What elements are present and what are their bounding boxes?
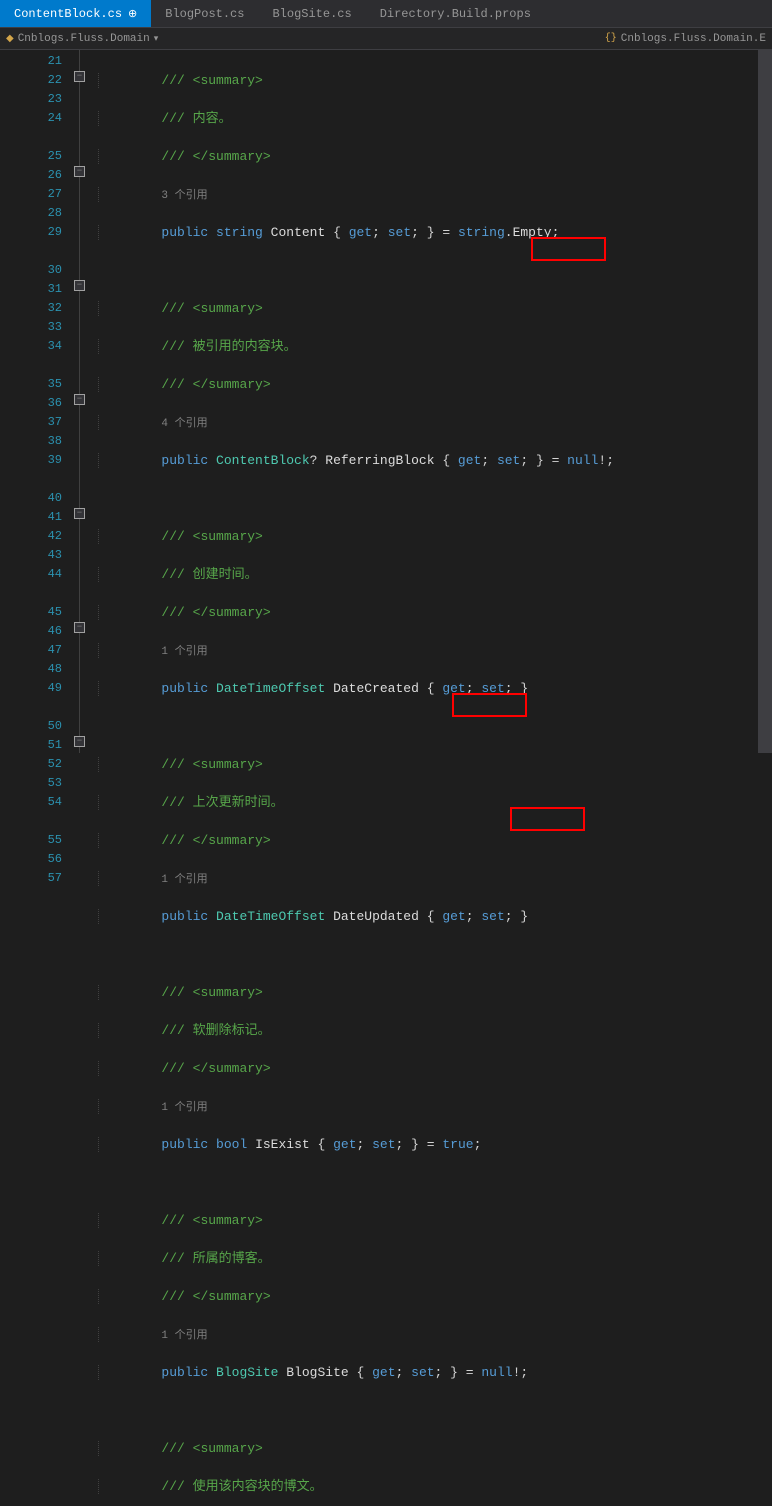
tab-label: ContentBlock.cs <box>14 7 122 21</box>
pin-icon[interactable]: ⊕ <box>128 7 137 21</box>
codelens-references[interactable]: 1 个引用 <box>161 1330 207 1342</box>
code-editor[interactable]: 2122232425262728293031323334353637383940… <box>0 50 772 753</box>
tab-directory-build[interactable]: Directory.Build.props <box>366 0 545 27</box>
tab-bar: ContentBlock.cs ⊕ BlogPost.cs BlogSite.c… <box>0 0 772 28</box>
codelens-references[interactable]: 1 个引用 <box>161 1102 207 1114</box>
fold-button[interactable]: − <box>74 508 85 519</box>
fold-button[interactable]: − <box>74 280 85 291</box>
fold-button[interactable]: − <box>74 622 85 633</box>
breadcrumb-namespace[interactable]: {} Cnblogs.Fluss.Domain.E <box>605 33 766 45</box>
fold-button[interactable]: − <box>74 394 85 405</box>
codelens-references[interactable]: 4 个引用 <box>161 418 207 430</box>
fold-button[interactable]: − <box>74 736 85 747</box>
codelens-references[interactable]: 3 个引用 <box>161 190 207 202</box>
breadcrumb-project[interactable]: ◆ Cnblogs.Fluss.Domain ▾ <box>6 33 158 45</box>
codelens-references[interactable]: 1 个引用 <box>161 646 207 658</box>
csharp-project-icon: ◆ <box>6 33 14 45</box>
line-number-gutter: 2122232425262728293031323334353637383940… <box>0 50 70 753</box>
tab-blogsite[interactable]: BlogSite.cs <box>258 0 365 27</box>
tab-contentblock[interactable]: ContentBlock.cs ⊕ <box>0 0 151 27</box>
chevron-down-icon: ▾ <box>154 34 159 44</box>
tab-blogpost[interactable]: BlogPost.cs <box>151 0 258 27</box>
codelens-references[interactable]: 1 个引用 <box>161 874 207 886</box>
fold-button[interactable]: − <box>74 71 85 82</box>
code-area[interactable]: /// <summary> /// 内容。 /// </summary> 3 个… <box>94 50 758 753</box>
fold-button[interactable]: − <box>74 166 85 177</box>
namespace-icon: {} <box>605 33 617 44</box>
vertical-scrollbar[interactable] <box>758 50 772 753</box>
breadcrumb: ◆ Cnblogs.Fluss.Domain ▾ {} Cnblogs.Flus… <box>0 28 772 50</box>
outline-column: − − − − − − − <box>70 50 94 753</box>
